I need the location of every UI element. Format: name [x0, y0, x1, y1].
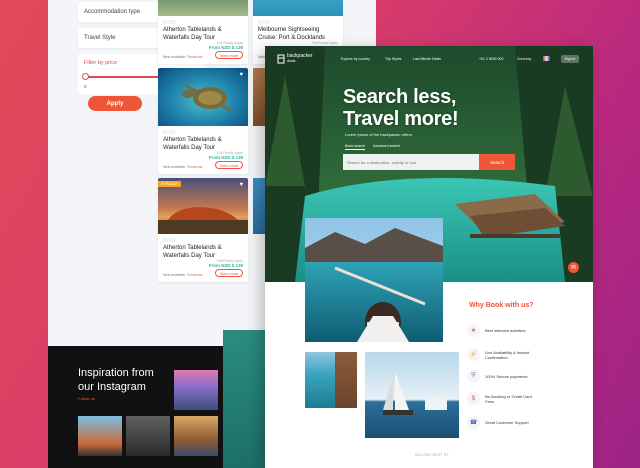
dollar-icon: $ — [467, 392, 480, 405]
logo-text[interactable]: backpacker deals — [287, 53, 313, 63]
tour-meta: ▢ ▢ ▢ — [163, 130, 175, 134]
search-bar: Search — [343, 154, 515, 170]
kayak-photo — [305, 218, 443, 342]
tour-title: Atherton Tablelands & Waterfalls Day Tou… — [163, 137, 222, 151]
top-nav: backpacker deals Explore by country Trip… — [265, 46, 593, 72]
heart-icon[interactable]: ♥ — [239, 72, 243, 78]
sign-in-button[interactable]: Sign in — [561, 55, 579, 63]
aerial-photo — [223, 330, 271, 468]
tour-meta: ▢ ▢ ▢ — [163, 238, 175, 242]
tour-price: From NZD $ 139 — [208, 155, 243, 160]
instagram-photo[interactable] — [174, 370, 218, 410]
tour-title: Melbourne Sightseeing Cruise: Port & Doc… — [258, 27, 326, 41]
travel-style-label: Travel Style — [84, 35, 116, 41]
support-icon: ☎ — [467, 416, 480, 429]
why-item-label: Best selected activities — [485, 328, 526, 333]
shield-icon: ⛨ — [467, 370, 480, 383]
tour-title: Atherton Tablelands & Waterfalls Day Tou… — [163, 27, 222, 41]
backpack-logo-icon[interactable] — [277, 54, 285, 64]
nav-trip-styles[interactable]: Trip Styles — [385, 57, 401, 61]
why-item-label: No Booking or Credit Card Fees — [485, 393, 532, 404]
why-item-label: Live Availability & Instant Confirmation — [485, 349, 529, 360]
phone-number[interactable]: +61 2 8000 000 — [479, 57, 503, 61]
accommodation-type-label: Accommodation type — [84, 9, 141, 15]
apply-button[interactable]: Apply — [88, 96, 142, 111]
why-item-label: Great Customer Support — [485, 420, 529, 425]
instagram-follow-link[interactable]: Follow us — [78, 396, 95, 401]
search-button[interactable]: Search — [479, 154, 515, 170]
view-more-button[interactable]: View more — [215, 269, 243, 277]
chat-icon[interactable]: ✉ — [568, 262, 579, 273]
tour-image: POPULAR ♥ — [158, 178, 248, 234]
nav-explore-country[interactable]: Explore by country — [341, 57, 370, 61]
tour-image — [158, 0, 248, 16]
flag-icon[interactable] — [543, 56, 550, 61]
view-more-button[interactable]: View more — [215, 161, 243, 169]
tour-image — [253, 0, 343, 16]
why-item-best-selected: ★ Best selected activities — [467, 324, 525, 337]
tour-availability: Next available: Tomorrow — [163, 55, 203, 59]
price-slider-min-handle[interactable] — [82, 73, 89, 80]
hero-subtitle: Lorem ipsum of the backpacker offers — [345, 132, 412, 137]
why-item-no-fees: $ No Booking or Credit Card Fees — [467, 392, 539, 405]
tour-price: From NZD $ 139 — [208, 45, 243, 50]
why-item-secure-payments: ⛨ 100% Secure payments — [467, 370, 527, 383]
instagram-photo[interactable] — [126, 416, 170, 456]
why-item-live-availability: ⚡ Live Availability & Instant Confirmati… — [467, 348, 543, 361]
hero-title: Search less, Travel more! — [343, 86, 459, 131]
instagram-photo[interactable] — [174, 416, 218, 456]
instagram-title: Inspiration from our Instagram — [78, 367, 154, 394]
home-page: backpacker deals Explore by country Trip… — [265, 46, 593, 468]
tour-card[interactable]: ▢ ▢ ▢ Atherton Tablelands & Waterfalls D… — [158, 0, 248, 64]
tour-card[interactable]: ♥ ▢ ▢ ▢ Atherton Tablelands & Waterfalls… — [158, 68, 248, 174]
tour-meta: ▢ ▢ ▢ — [258, 20, 270, 24]
price-min-label: 0 — [84, 84, 87, 89]
view-more-button[interactable]: View more — [215, 51, 243, 59]
tab-advanced-search[interactable]: Advanced search — [373, 144, 400, 148]
popular-badge: POPULAR — [158, 181, 181, 187]
coast-photo — [305, 352, 357, 408]
tour-image: ♥ — [158, 68, 248, 126]
why-item-customer-support: ☎ Great Customer Support — [467, 416, 529, 429]
tour-card[interactable]: POPULAR ♥ ▢ ▢ ▢ Atherton Tablelands & Wa… — [158, 178, 248, 282]
why-item-label: 100% Secure payments — [485, 374, 528, 379]
tour-price: From NZD $ 139 — [208, 263, 243, 268]
instagram-photo[interactable] — [78, 416, 122, 456]
search-input[interactable] — [343, 154, 479, 170]
selling-best-heading: SELLING BEST OF — [415, 453, 449, 457]
tour-title: Atherton Tablelands & Waterfalls Day Tou… — [163, 245, 222, 259]
heart-icon[interactable]: ♥ — [239, 182, 243, 188]
sailing-photo — [365, 352, 459, 438]
currency-select[interactable]: Currency — [517, 57, 531, 61]
tour-availability: Next available: Tomorrow — [163, 165, 203, 169]
why-book-title: Why Book with us? — [469, 302, 534, 309]
tour-availability: Next available: Tomorrow — [163, 273, 203, 277]
star-icon: ★ — [467, 324, 480, 337]
tab-basic-search[interactable]: Basic search — [345, 144, 366, 150]
nav-last-minute[interactable]: Last Minute Deals — [413, 57, 441, 61]
lightning-icon: ⚡ — [467, 348, 480, 361]
tour-meta: ▢ ▢ ▢ — [163, 20, 175, 24]
